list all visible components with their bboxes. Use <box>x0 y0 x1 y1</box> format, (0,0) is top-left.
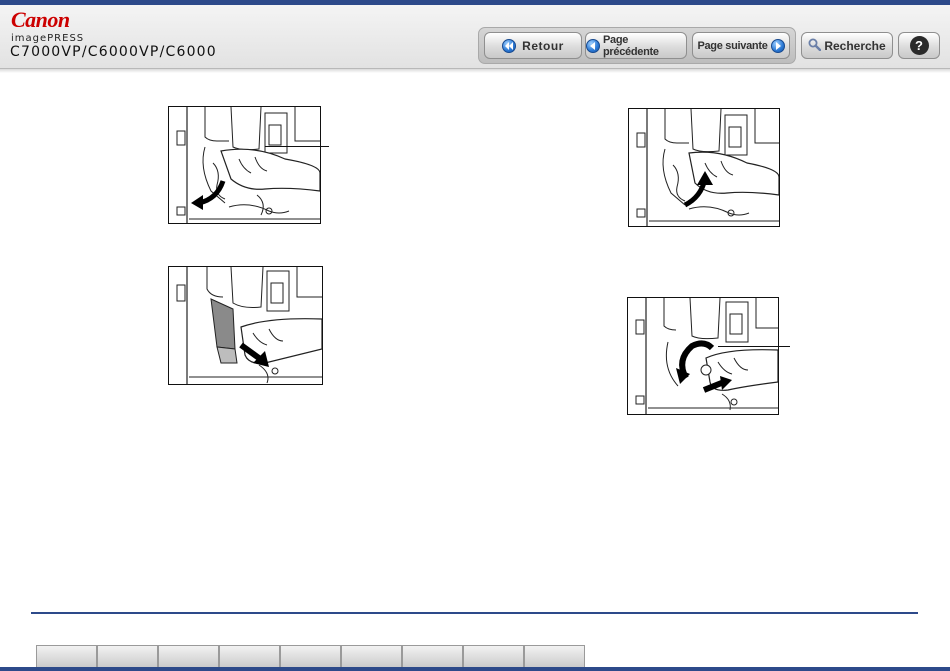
footer-tab[interactable] <box>402 645 463 669</box>
footer-tab[interactable] <box>524 645 585 669</box>
callout-line <box>265 146 329 147</box>
model-name: C7000VP/C6000VP/C6000 <box>10 44 217 60</box>
search-button-label: Recherche <box>824 38 886 53</box>
brand-logo: Canon <box>11 7 70 32</box>
help-button[interactable]: ? <box>898 32 940 59</box>
double-chevron-left-icon <box>502 38 517 53</box>
footer-tab-bar <box>36 645 585 669</box>
previous-page-label: Page précédente <box>603 33 659 58</box>
footer-tab[interactable] <box>97 645 158 669</box>
product-name: imagePRESS <box>11 33 85 44</box>
footer-tab[interactable] <box>463 645 524 669</box>
next-page-label: Page suivante <box>697 39 768 52</box>
footer-divider <box>31 612 918 614</box>
footer-tab[interactable] <box>280 645 341 669</box>
footer-tab[interactable] <box>158 645 219 669</box>
figure-step-1 <box>168 106 321 224</box>
back-button[interactable]: Retour <box>484 32 582 59</box>
previous-page-button[interactable]: Page précédente <box>585 32 687 59</box>
callout-line <box>718 346 790 347</box>
question-mark-icon: ? <box>909 36 929 55</box>
magnifier-icon <box>808 38 822 54</box>
next-page-button[interactable]: Page suivante <box>692 32 790 59</box>
chevron-right-icon <box>770 38 785 53</box>
chevron-left-icon <box>586 38 600 53</box>
footer-tab[interactable] <box>36 645 97 669</box>
search-button[interactable]: Recherche <box>801 32 893 59</box>
figure-step-2 <box>628 108 780 227</box>
footer-tab[interactable] <box>219 645 280 669</box>
figure-step-3 <box>168 266 323 385</box>
figure-step-4 <box>627 297 779 415</box>
footer-tab[interactable] <box>341 645 402 669</box>
header-shadow <box>0 69 950 73</box>
bottom-accent-stripe <box>0 667 950 671</box>
back-button-label: Retour <box>522 38 564 53</box>
